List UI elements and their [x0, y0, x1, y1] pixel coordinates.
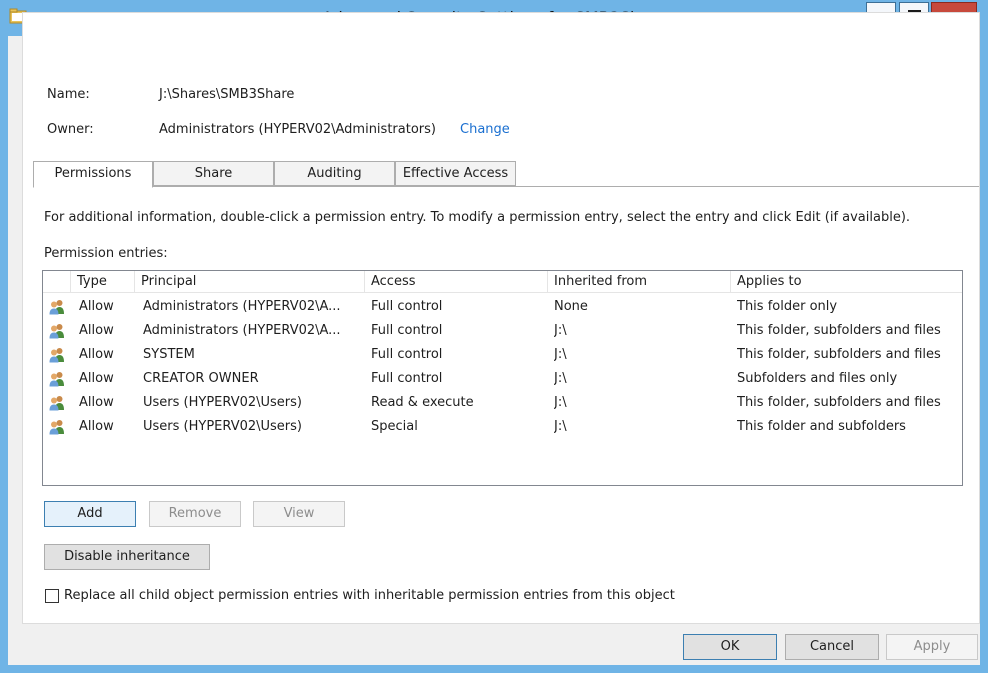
security-settings-window: Advanced Security Settings for SMB3Share…: [0, 0, 988, 673]
permission-entries-label: Permission entries:: [44, 246, 168, 261]
column-header-principal[interactable]: Principal: [135, 271, 365, 293]
table-row[interactable]: Allow SYSTEM Full control J:\ This folder, s…: [43, 343, 962, 367]
table-row[interactable]: Allow CREATOR OWNER Full control J:\ Subfold…: [43, 367, 962, 391]
cell-principal: CREATOR OWNER: [143, 371, 259, 386]
cell-inherited-from: J:\: [554, 371, 567, 386]
cancel-button[interactable]: Cancel: [785, 634, 879, 660]
list-header: Type Principal Access Inherited from App…: [43, 271, 962, 293]
cell-principal: Administrators (HYPERV02\A...: [143, 323, 341, 338]
cell-access: Full control: [371, 323, 443, 338]
cell-inherited-from: J:\: [554, 347, 567, 362]
cell-type: Allow: [79, 419, 114, 434]
cell-principal: Users (HYPERV02\Users): [143, 419, 302, 434]
apply-button[interactable]: Apply: [886, 634, 978, 660]
cell-type: Allow: [79, 371, 114, 386]
replace-child-permissions-checkbox[interactable]: [45, 589, 59, 603]
cell-principal: SYSTEM: [143, 347, 195, 362]
user-group-icon: [49, 372, 64, 387]
user-group-icon: [49, 300, 64, 315]
add-button[interactable]: Add: [44, 501, 136, 527]
remove-button[interactable]: Remove: [149, 501, 241, 527]
tab-permissions[interactable]: Permissions: [33, 161, 153, 188]
cell-principal: Administrators (HYPERV02\A...: [143, 299, 341, 314]
cell-inherited-from: None: [554, 299, 588, 314]
cell-applies-to: This folder, subfolders and files: [737, 347, 941, 362]
table-row[interactable]: Allow Users (HYPERV02\Users) Special J:\ Thi…: [43, 415, 962, 439]
column-header-applies-to[interactable]: Applies to: [731, 271, 962, 293]
table-row[interactable]: Allow Administrators (HYPERV02\A... Full c…: [43, 319, 962, 343]
column-header-inherited-from[interactable]: Inherited from: [548, 271, 731, 293]
user-group-icon: [49, 324, 64, 339]
ok-button[interactable]: OK: [683, 634, 777, 660]
cell-access: Special: [371, 419, 418, 434]
cell-principal: Users (HYPERV02\Users): [143, 395, 302, 410]
cell-applies-to: This folder, subfolders and files: [737, 395, 941, 410]
cell-inherited-from: J:\: [554, 395, 567, 410]
user-group-icon: [49, 420, 64, 435]
cell-applies-to: This folder, subfolders and files: [737, 323, 941, 338]
permission-entries-list[interactable]: Type Principal Access Inherited from App…: [42, 270, 963, 486]
owner-label: Owner:: [47, 122, 94, 137]
table-row[interactable]: Allow Users (HYPERV02\Users) Read & execut…: [43, 391, 962, 415]
view-button[interactable]: View: [253, 501, 345, 527]
cell-access: Full control: [371, 371, 443, 386]
name-value: J:\Shares\SMB3Share: [159, 87, 295, 102]
tab-share[interactable]: Share: [153, 161, 274, 186]
disable-inheritance-button[interactable]: Disable inheritance: [44, 544, 210, 570]
tab-effective-access[interactable]: Effective Access: [395, 161, 516, 186]
column-header-icon[interactable]: [43, 271, 71, 293]
cell-access: Full control: [371, 347, 443, 362]
cell-type: Allow: [79, 299, 114, 314]
table-row[interactable]: Allow Administrators (HYPERV02\A... Full c…: [43, 295, 962, 319]
cell-applies-to: This folder only: [737, 299, 838, 314]
cell-applies-to: This folder and subfolders: [737, 419, 906, 434]
instructions-text: For additional information, double-click…: [44, 210, 911, 225]
column-header-access[interactable]: Access: [365, 271, 548, 293]
user-group-icon: [49, 396, 64, 411]
cell-access: Full control: [371, 299, 443, 314]
cell-access: Read & execute: [371, 395, 474, 410]
cell-inherited-from: J:\: [554, 419, 567, 434]
column-header-type[interactable]: Type: [71, 271, 135, 293]
name-label: Name:: [47, 87, 90, 102]
user-group-icon: [49, 348, 64, 363]
change-owner-link[interactable]: Change: [460, 122, 510, 137]
tab-auditing[interactable]: Auditing: [274, 161, 395, 186]
owner-value: Administrators (HYPERV02\Administrators): [159, 122, 436, 137]
replace-child-permissions-label[interactable]: Replace all child object permission entr…: [64, 588, 675, 603]
tab-separator: [33, 186, 979, 187]
cell-type: Allow: [79, 395, 114, 410]
cell-inherited-from: J:\: [554, 323, 567, 338]
cell-type: Allow: [79, 323, 114, 338]
cell-applies-to: Subfolders and files only: [737, 371, 898, 386]
cell-type: Allow: [79, 347, 114, 362]
